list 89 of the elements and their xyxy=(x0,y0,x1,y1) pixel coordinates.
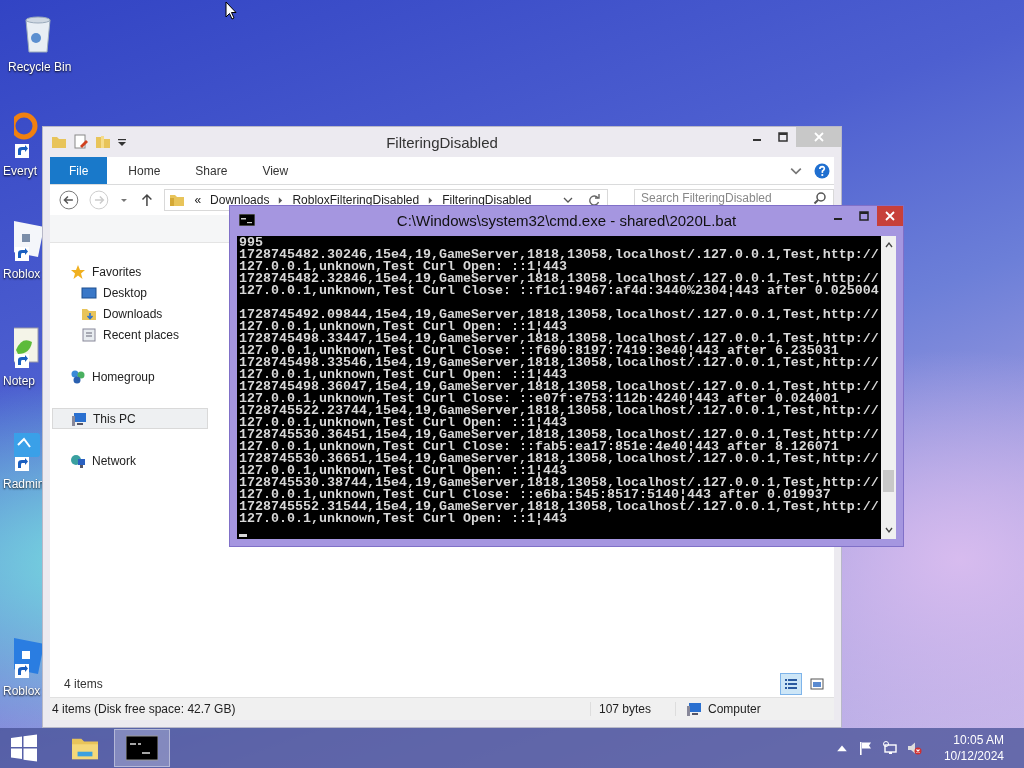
nav-item[interactable]: Desktop xyxy=(52,282,208,303)
nav-item[interactable]: This PC xyxy=(52,408,208,429)
console-line: 127.0.0.1,unknown,Test Curl Open: ::1¦443 xyxy=(239,417,567,429)
console-line: 1728745498.33546,15e4,19,GameServer,1818,13058,localhost/.127.0.0.1,Test,http:// xyxy=(239,357,880,369)
help-icon[interactable] xyxy=(814,162,830,179)
minimize-icon xyxy=(753,139,761,141)
list-icon xyxy=(784,678,798,690)
console-taskbar-button[interactable] xyxy=(114,729,170,767)
breadcrumb[interactable]: Downloads xyxy=(210,193,270,207)
dropdown-icon[interactable] xyxy=(563,195,573,205)
console-icon xyxy=(126,735,158,761)
flag-icon[interactable] xyxy=(857,740,874,756)
minimize-icon xyxy=(834,218,842,220)
status-text: 4 items (Disk free space: 42.7 GB) xyxy=(50,702,591,716)
console-line: 1728745522.23744,15e4,19,GameServer,1818,13058,localhost/.127.0.0.1,Test,http:// xyxy=(239,405,880,417)
console-line: 127.0.0.1,unknown,Test Curl Open: ::1¦443 xyxy=(239,465,567,477)
console-line: 1728745482.32846,15e4,19,GameServer,1818,13058,localhost/.127.0.0.1,Test,http:// xyxy=(239,273,880,285)
console-line: 127.0.0.1,unknown,Test Curl Close: ::fab5:ea17:851e:4e40¦443 after 8.126071 xyxy=(239,441,839,453)
address-overflow[interactable]: « xyxy=(194,193,202,207)
maximize-icon xyxy=(859,211,869,221)
star-icon xyxy=(70,263,86,280)
network-icon xyxy=(70,452,86,469)
breadcrumb-arrow-icon[interactable] xyxy=(278,196,284,204)
console-line: 1728745530.36451,15e4,19,GameServer,1818,13058,localhost/.127.0.0.1,Test,http:// xyxy=(239,429,880,441)
mouse-pointer-icon xyxy=(225,1,237,20)
folder-icon xyxy=(169,192,186,208)
console-line: 1728745498.36047,15e4,19,GameServer,1818,13058,localhost/.127.0.0.1,Test,http:// xyxy=(239,381,880,393)
close-icon xyxy=(813,132,824,142)
ribbon-tab[interactable]: View xyxy=(247,157,303,184)
console-line: 1728745530.38744,15e4,19,GameServer,1818,13058,localhost/.127.0.0.1,Test,http:// xyxy=(239,477,880,489)
computer-icon xyxy=(71,410,87,427)
console-line: 127.0.0.1,unknown,Test Curl Close: ::f1c1:9467:af4d:3440%2304¦443 after 0.025004 xyxy=(239,285,880,297)
nav-item[interactable]: Network xyxy=(52,450,208,471)
window-title: C:\Windows\system32\cmd.exe - shared\2020L.bat xyxy=(395,211,738,229)
refresh-icon[interactable] xyxy=(587,193,601,207)
console-line: 127.0.0.1,unknown,Test Curl Open: ::1¦443 xyxy=(239,321,567,333)
close-icon xyxy=(885,211,895,221)
item-count: 4 items xyxy=(64,677,103,691)
desktop-icon xyxy=(81,284,97,301)
console-line: 127.0.0.1,unknown,Test Curl Close: ::f690:8197:7419:3e40¦443 after 6.235031 xyxy=(239,345,839,357)
console-line: 1728745552.31544,15e4,19,GameServer,1818,13058,localhost/.127.0.0.1,Test,http:// xyxy=(239,501,880,513)
breadcrumb-arrow-icon[interactable] xyxy=(428,196,434,204)
search-field[interactable]: Search FilteringDisabled xyxy=(634,189,834,205)
details-view-button[interactable] xyxy=(780,673,802,695)
window-title: FilteringDisabled xyxy=(385,133,499,151)
console-line: 1728745492.09844,15e4,19,GameServer,1818,13058,localhost/.127.0.0.1,Test,http:// xyxy=(239,309,880,321)
console-line: 1728745482.30246,15e4,19,GameServer,1818,13058,localhost/.127.0.0.1,Test,http:// xyxy=(239,249,880,261)
desktop-icon-label[interactable]: Roblox xyxy=(3,267,41,281)
file-size-text: 107 bytes xyxy=(591,702,676,716)
nav-item[interactable]: Recent places xyxy=(52,324,208,345)
desktop-icon-label[interactable]: Notep xyxy=(3,374,36,388)
text-cursor xyxy=(239,534,247,537)
console-line: 1728745530.36651,15e4,19,GameServer,1818,13058,localhost/.127.0.0.1,Test,http:// xyxy=(239,453,880,465)
computer-icon xyxy=(686,701,702,717)
scrollbar[interactable] xyxy=(881,236,896,539)
zone-text: Computer xyxy=(708,702,761,716)
desktop-icon-label[interactable]: Everyt xyxy=(3,164,37,178)
homegroup-icon xyxy=(70,368,86,385)
ribbon-tab[interactable]: Home xyxy=(113,157,175,184)
close-button[interactable] xyxy=(877,206,903,226)
console-line: 1728745498.33447,15e4,19,GameServer,1818,13058,localhost/.127.0.0.1,Test,http:// xyxy=(239,333,880,345)
picture-frame-icon xyxy=(810,678,824,690)
console-line: 127.0.0.1,unknown,Test Curl Open: ::1¦443 xyxy=(239,513,567,525)
desktop-icon-label[interactable]: Recycle Bin xyxy=(8,60,72,74)
breadcrumb[interactable]: FilteringDisabled xyxy=(442,193,532,207)
volume-muted-icon[interactable] xyxy=(905,740,922,756)
recent-places-icon xyxy=(81,326,97,343)
console-line: 995 xyxy=(239,237,263,249)
maximize-icon xyxy=(778,132,788,142)
breadcrumb[interactable]: RobloxFilteringDisabled xyxy=(292,193,420,207)
nav-item[interactable]: Favorites xyxy=(52,261,208,282)
properties-icon[interactable] xyxy=(73,134,89,150)
customize-caret-icon[interactable] xyxy=(117,137,127,147)
console-line: 127.0.0.1,unknown,Test Curl Close: ::e07f:e753:112b:4240¦443 after 0.024001 xyxy=(239,393,839,405)
nav-item[interactable]: Downloads xyxy=(52,303,208,324)
ribbon-tab[interactable]: Share xyxy=(180,157,242,184)
network-icon[interactable] xyxy=(881,740,898,756)
up-arrow-icon[interactable] xyxy=(140,193,153,207)
console-line: 127.0.0.1,unknown,Test Curl Close: ::e6ba:545:8517:5140¦443 after 0.019937 xyxy=(239,489,831,501)
console-line: 127.0.0.1,unknown,Test Curl Open: ::1¦443 xyxy=(239,369,567,381)
console-icon xyxy=(239,214,255,226)
start-button-icon[interactable] xyxy=(10,734,38,762)
back-button-icon[interactable] xyxy=(59,190,79,210)
clock[interactable]: 10:05 AM 10/12/2024 xyxy=(943,732,1004,764)
nav-item[interactable]: Homegroup xyxy=(52,366,208,387)
console-line: 127.0.0.1,unknown,Test Curl Open: ::1¦443 xyxy=(239,261,567,273)
ribbon-tab[interactable]: File xyxy=(50,157,108,184)
search-icon xyxy=(813,190,827,205)
scroll-thumb[interactable] xyxy=(883,470,894,492)
